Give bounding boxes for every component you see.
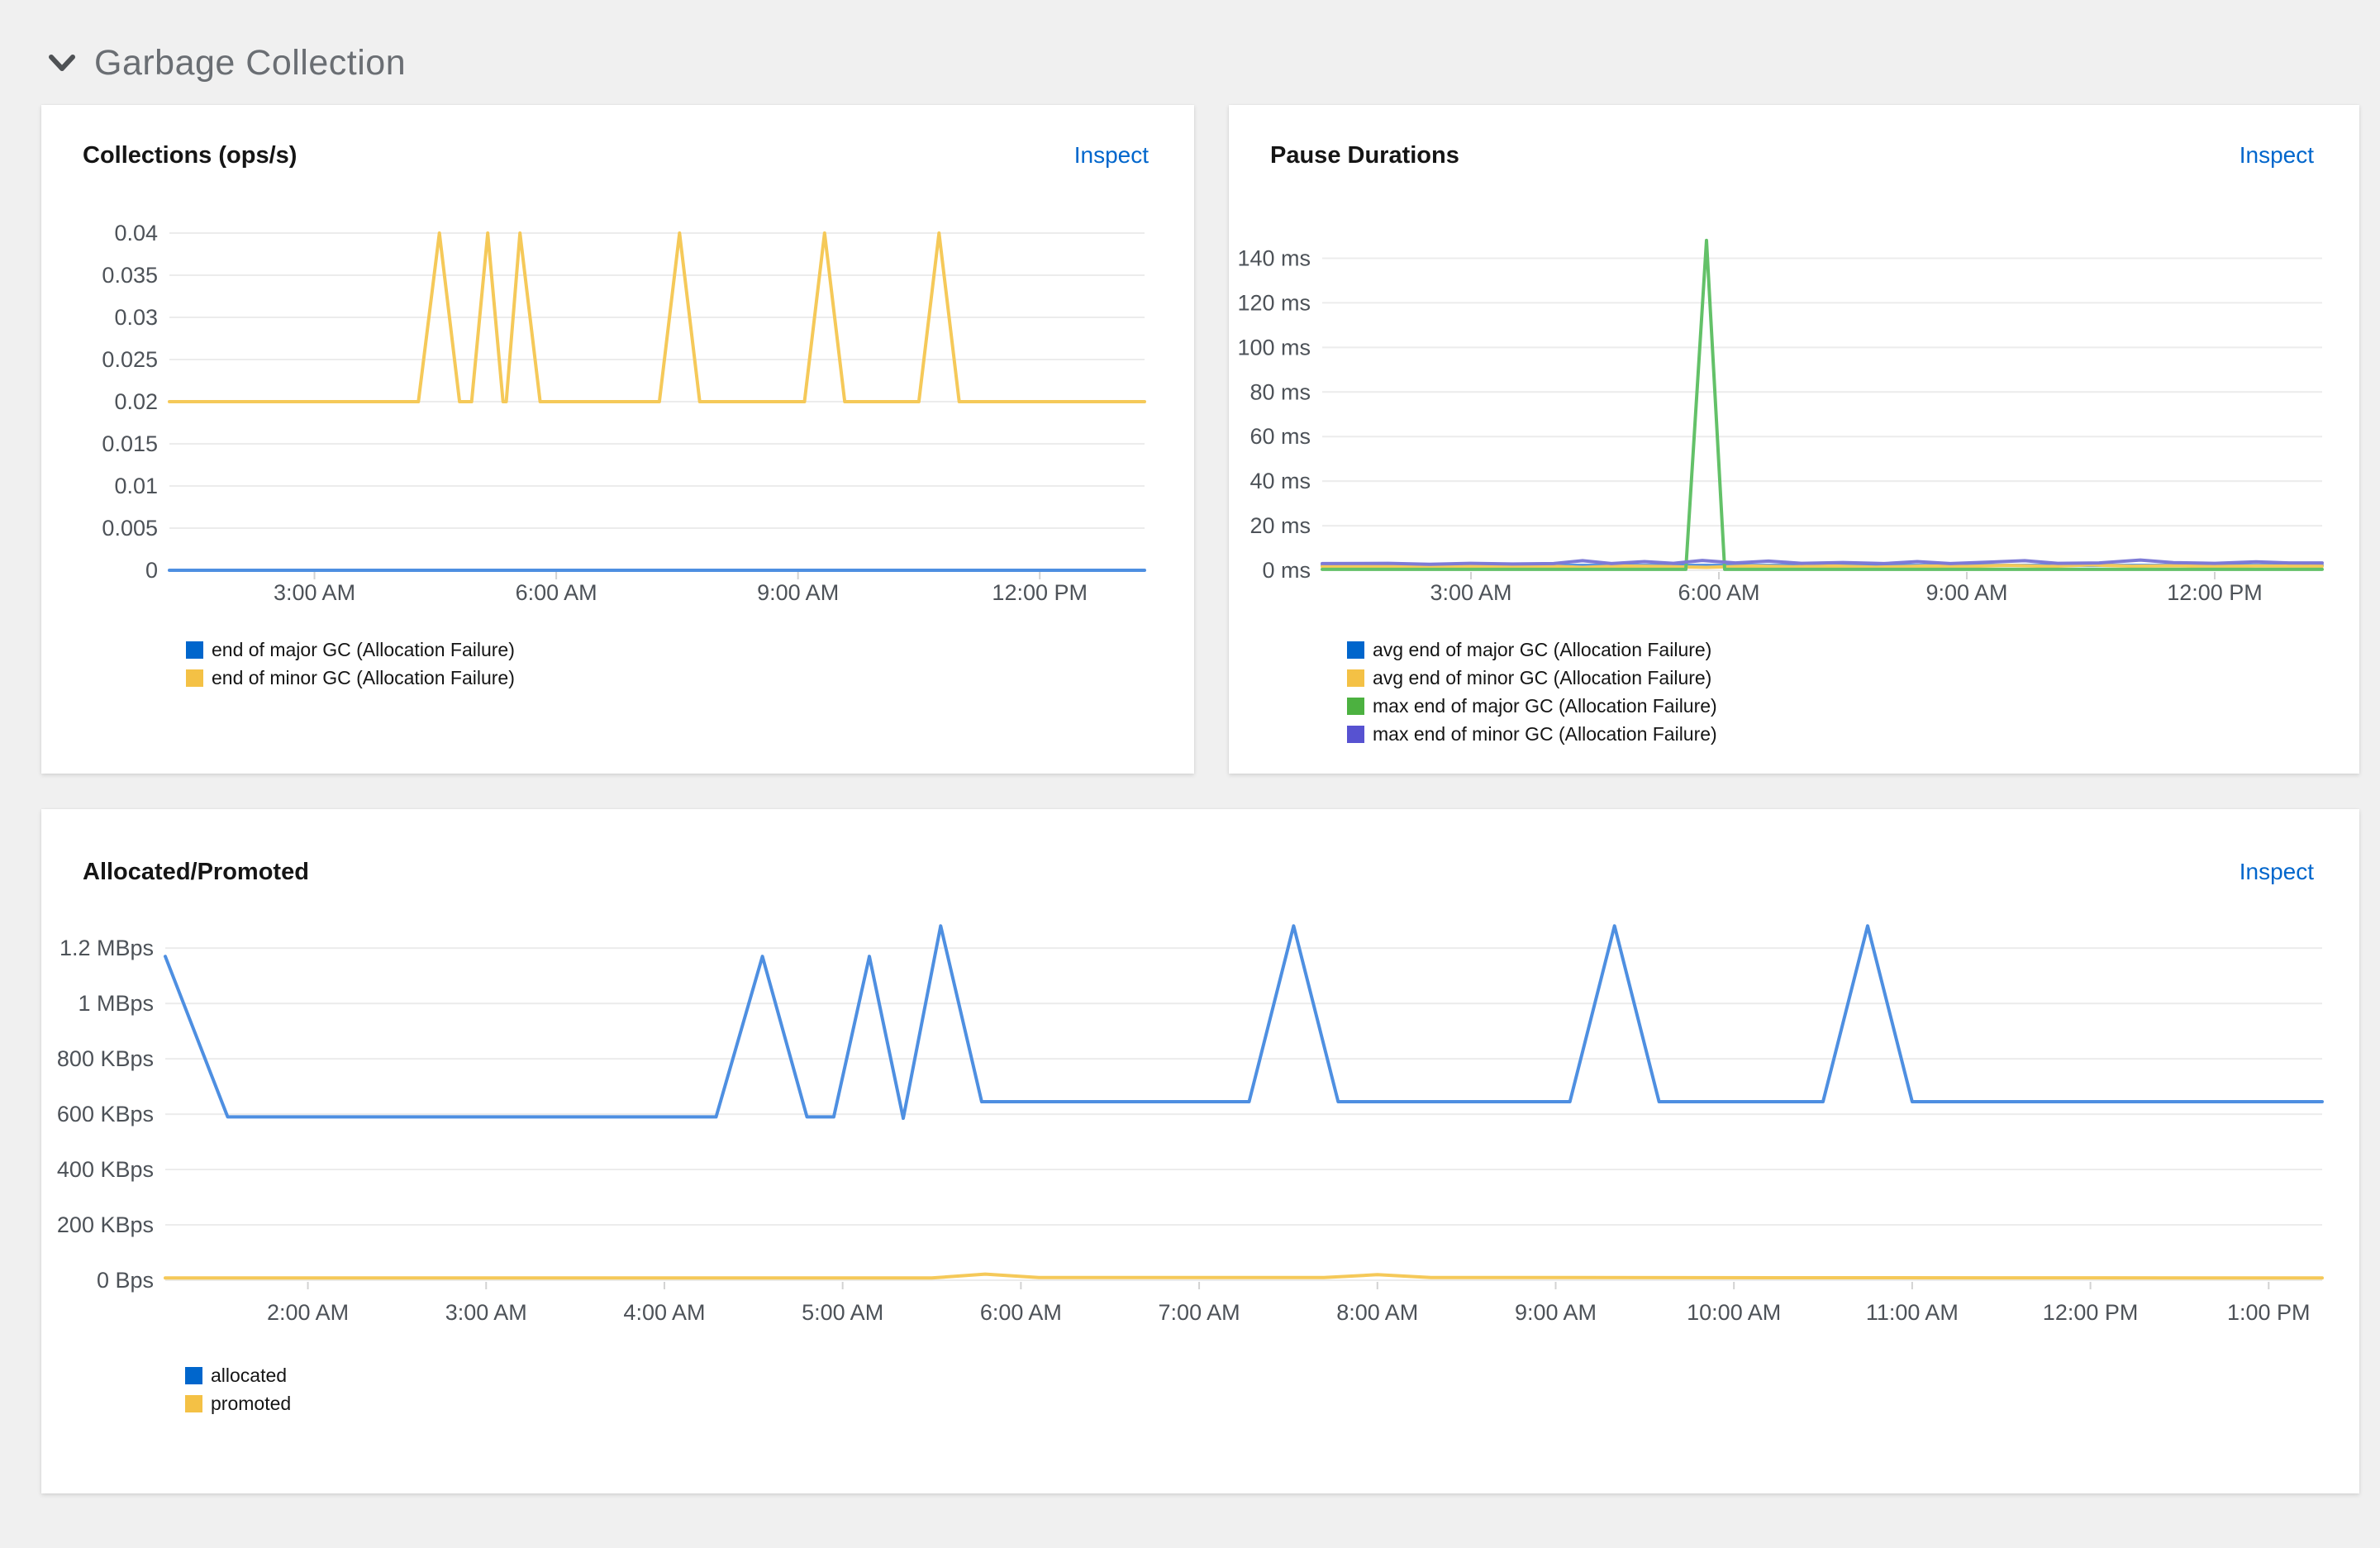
x-tick-label: 9:00 AM [757,580,839,605]
series-line [1321,558,2324,566]
y-tick-label: 80 ms [1250,379,1311,404]
section-title: Garbage Collection [94,43,407,83]
y-tick-label: 0.02 [114,389,158,414]
legend-label: max end of major GC (Allocation Failure) [1373,694,1717,717]
x-tick-label: 3:00 AM [445,1300,527,1325]
legend-item: allocated [185,1361,2359,1389]
y-tick-label: 0.005 [102,516,158,541]
y-tick-label: 800 KBps [57,1046,154,1071]
y-tick-label: 40 ms [1250,469,1311,493]
x-tick-label: 6:00 AM [1678,580,1759,605]
y-tick-label: 120 ms [1237,290,1311,315]
legend-item: promoted [185,1389,2359,1417]
y-tick-label: 1.2 MBps [60,936,154,960]
x-tick-label: 1:00 PM [2227,1300,2311,1325]
x-tick-label: 11:00 AM [1866,1300,1959,1325]
inspect-link-allocated-promoted[interactable]: Inspect [2240,859,2314,885]
x-tick-label: 3:00 AM [1430,580,1511,605]
legend-label: avg end of major GC (Allocation Failure) [1373,638,1712,660]
legend-swatch [185,1394,202,1412]
y-tick-label: 400 KBps [57,1157,154,1182]
y-tick-label: 0 [145,558,158,583]
legend-swatch [186,669,203,687]
series-line [1321,563,2324,569]
chart-title-collections: Collections (ops/s) [83,142,298,169]
x-tick-label: 12:00 PM [2167,580,2263,605]
y-tick-label: 0 ms [1262,558,1311,583]
y-tick-label: 0.015 [102,431,158,456]
x-tick-label: 12:00 PM [2043,1300,2139,1325]
legend-swatch [1347,725,1364,743]
x-tick-label: 12:00 PM [992,580,1088,605]
collections-card: Collections (ops/s) Inspect 0.04 0.035 0.0… [41,105,1194,774]
x-tick-label: 3:00 AM [274,580,355,605]
legend-swatch [186,641,203,659]
y-tick-label: 0.01 [114,474,158,498]
x-tick-label: 4:00 AM [623,1300,705,1325]
collections-legend: end of major GC (Allocation Failure) end … [186,636,1194,692]
x-tick-label: 9:00 AM [1925,580,2007,605]
section-collapse-header[interactable]: Garbage Collection [48,43,2380,83]
y-tick-label: 0.025 [102,347,158,372]
y-tick-label: 100 ms [1237,335,1311,360]
legend-swatch [1347,697,1364,715]
chart-title-pause-durations: Pause Durations [1270,142,1459,169]
y-tick-label: 20 ms [1250,513,1311,538]
inspect-link-pause-durations[interactable]: Inspect [2240,142,2314,169]
x-tick-label: 2:00 AM [267,1300,349,1325]
legend-item: end of minor GC (Allocation Failure) [186,664,1194,692]
series-line [164,1272,2324,1280]
y-tick-label: 0.035 [102,263,158,288]
allocated-promoted-legend: allocated promoted [185,1361,2359,1417]
y-tick-label: 0.03 [114,305,158,330]
legend-item: avg end of minor GC (Allocation Failure) [1347,664,2359,692]
x-tick-label: 6:00 AM [980,1300,1062,1325]
legend-swatch [1347,669,1364,687]
x-tick-label: 8:00 AM [1336,1300,1418,1325]
legend-item: max end of minor GC (Allocation Failure) [1347,720,2359,748]
y-tick-label: 1 MBps [78,991,154,1016]
allocated-promoted-chart[interactable]: 1.2 MBps 1 MBps 800 KBps 600 KBps 400 KBps 20… [41,908,2359,1355]
x-tick-label: 5:00 AM [802,1300,883,1325]
y-tick-label: 0.04 [114,221,158,245]
y-tick-label: 60 ms [1250,424,1311,449]
legend-item: max end of major GC (Allocation Failure) [1347,692,2359,720]
x-tick-label: 7:00 AM [1159,1300,1240,1325]
x-tick-label: 9:00 AM [1515,1300,1597,1325]
pause-durations-card: Pause Durations Inspect 140 ms 120 ms 100 … [1229,105,2359,774]
y-tick-label: 600 KBps [57,1102,154,1126]
chart-row-top: Collections (ops/s) Inspect 0.04 0.035 0.0… [41,105,2359,774]
legend-label: avg end of minor GC (Allocation Failure) [1373,666,1712,688]
allocated-promoted-card: Allocated/Promoted Inspect 1.2 MBps 1 MBp… [41,809,2359,1493]
series-line [1321,238,2324,571]
legend-label: max end of minor GC (Allocation Failure) [1373,722,1717,745]
y-tick-label: 0 Bps [97,1268,154,1293]
chart-title-allocated-promoted: Allocated/Promoted [83,859,309,885]
legend-swatch [185,1366,202,1384]
legend-item: avg end of major GC (Allocation Failure) [1347,636,2359,664]
legend-label: end of major GC (Allocation Failure) [212,638,515,660]
legend-swatch [1347,641,1364,659]
legend-label: promoted [211,1392,292,1414]
pause-durations-chart[interactable]: 140 ms 120 ms 100 ms 80 ms 60 ms 40 ms 20 ms 0 … [1229,179,2359,626]
y-tick-label: 140 ms [1237,245,1311,270]
series-line [164,924,2324,1121]
legend-label: allocated [211,1364,288,1386]
x-tick-label: 10:00 AM [1687,1300,1781,1325]
x-tick-label: 6:00 AM [516,580,597,605]
legend-label: end of minor GC (Allocation Failure) [212,666,515,688]
pause-durations-legend: avg end of major GC (Allocation Failure)… [1347,636,2359,748]
chevron-down-icon[interactable] [48,54,76,74]
y-tick-label: 200 KBps [57,1212,154,1237]
collections-chart[interactable]: 0.04 0.035 0.03 0.025 0.02 0.015 0.01 0.005 0 3:0… [41,179,1194,626]
inspect-link-collections[interactable]: Inspect [1074,142,1149,169]
legend-item: end of major GC (Allocation Failure) [186,636,1194,664]
